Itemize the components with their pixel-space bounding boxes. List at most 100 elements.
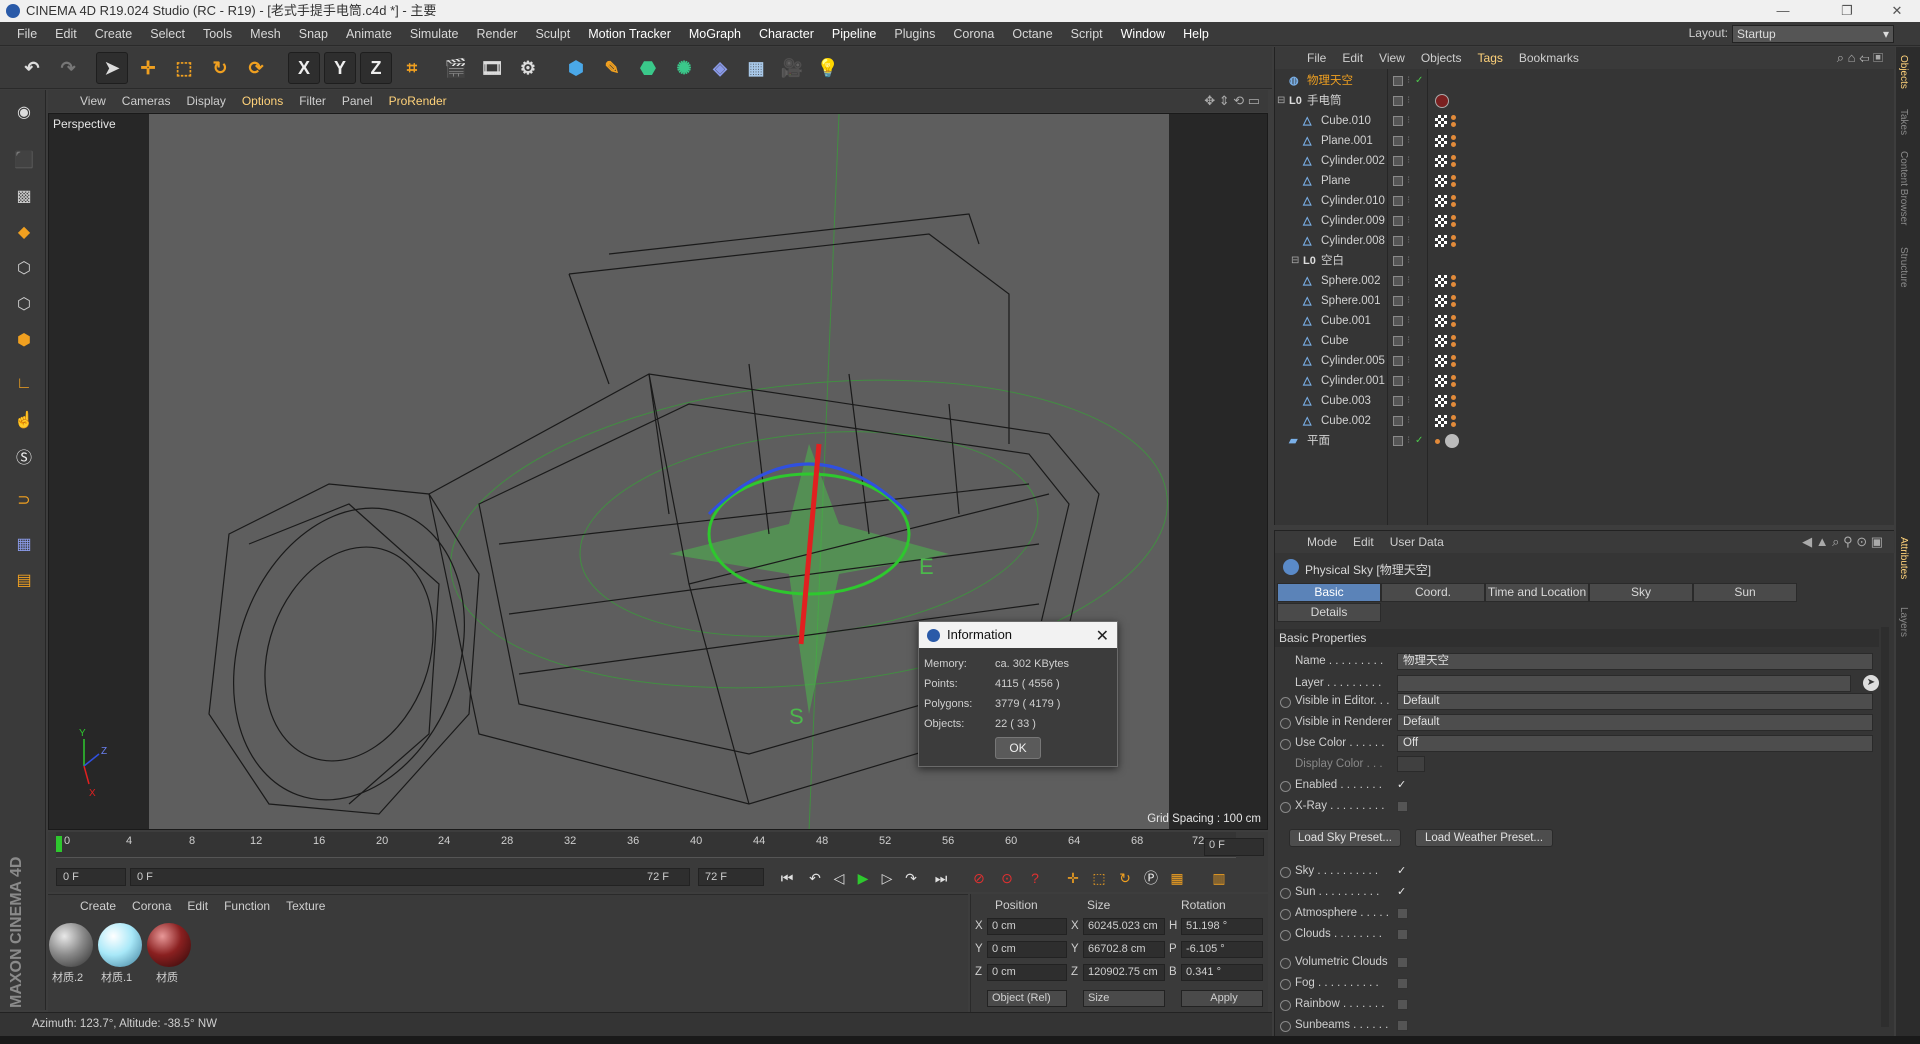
render-dot-icon[interactable]: ⁝ xyxy=(1407,171,1410,191)
object-row[interactable]: ⊟ L0 空白 ⁝ xyxy=(1275,251,1895,271)
rot-b-field[interactable]: 0.341 ° xyxy=(1181,964,1263,981)
edges-mode-button[interactable]: ⬡ xyxy=(9,290,39,318)
move-tool-button[interactable]: ✛ xyxy=(132,52,164,84)
close-window-button[interactable]: ✕ xyxy=(1874,0,1920,22)
render-dot-icon[interactable]: ⁝ xyxy=(1407,331,1410,351)
visibility-toggle[interactable] xyxy=(1393,76,1403,86)
phong-tag-icon[interactable] xyxy=(1451,142,1456,147)
object-row[interactable]: △ Plane ⁝ xyxy=(1275,171,1895,191)
sun-checkbox[interactable]: ✓ xyxy=(1397,887,1408,898)
object-row[interactable]: △ Cylinder.009 ⁝ xyxy=(1275,211,1895,231)
x-axis-lock-button[interactable]: X xyxy=(288,52,320,84)
render-dot-icon[interactable]: ⁝ xyxy=(1407,291,1410,311)
viewport-menu-panel[interactable]: Panel xyxy=(334,94,381,108)
phong-tag-icon[interactable] xyxy=(1451,202,1456,207)
phong-tag-icon[interactable] xyxy=(1451,155,1456,160)
rot-p-field[interactable]: -6.105 ° xyxy=(1181,941,1263,958)
object-row[interactable]: △ Cube ⁝ xyxy=(1275,331,1895,351)
material-swatch[interactable] xyxy=(147,923,191,967)
coordinate-mode-select[interactable]: Object (Rel) xyxy=(987,990,1067,1007)
use-color-select[interactable]: Off xyxy=(1397,735,1873,752)
restore-button[interactable]: ❐ xyxy=(1824,0,1870,22)
enabled-check-icon[interactable]: ✓ xyxy=(1415,431,1423,451)
add-mograph-button[interactable]: ✺ xyxy=(668,52,700,84)
menu-edit[interactable]: Edit xyxy=(46,27,86,41)
phong-tag-icon[interactable] xyxy=(1435,439,1440,444)
add-deformer-button[interactable]: ◈ xyxy=(704,52,736,84)
phong-tag-icon[interactable] xyxy=(1451,242,1456,247)
menu-help[interactable]: Help xyxy=(1174,27,1218,41)
visibility-toggle[interactable] xyxy=(1393,96,1403,106)
snap-button[interactable]: ⊃ xyxy=(9,486,39,514)
y-axis-lock-button[interactable]: Y xyxy=(324,52,356,84)
key-scale-button[interactable]: ⬚ xyxy=(1088,867,1110,889)
rot-h-field[interactable]: 51.198 ° xyxy=(1181,918,1263,935)
animate-radio[interactable] xyxy=(1280,867,1291,878)
layer-picker-icon[interactable]: ➤ xyxy=(1863,675,1879,691)
object-row[interactable]: △ Cube.010 ⁝ xyxy=(1275,111,1895,131)
menu-motion-tracker[interactable]: Motion Tracker xyxy=(579,27,680,41)
phong-tag-icon[interactable] xyxy=(1451,395,1456,400)
material-menu-texture[interactable]: Texture xyxy=(278,899,333,913)
visible-in-editor-select[interactable]: Default xyxy=(1397,693,1873,710)
layout-select[interactable]: Startup ▾ xyxy=(1732,25,1894,43)
key-parameter-button[interactable]: Ⓟ xyxy=(1140,867,1162,889)
object-row[interactable]: △ Cylinder.002 ⁝ xyxy=(1275,151,1895,171)
texture-tag-icon[interactable] xyxy=(1435,335,1447,347)
fog-checkbox[interactable] xyxy=(1397,978,1408,989)
right-tab-layers[interactable]: Layers xyxy=(1898,607,1909,637)
phong-tag-icon[interactable] xyxy=(1451,362,1456,367)
texture-tag-icon[interactable] xyxy=(1435,355,1447,367)
texture-tag-icon[interactable] xyxy=(1435,155,1447,167)
object-row[interactable]: △ Cylinder.008 ⁝ xyxy=(1275,231,1895,251)
phong-tag-icon[interactable] xyxy=(1451,135,1456,140)
load-weather-preset-button[interactable]: Load Weather Preset... xyxy=(1415,829,1553,847)
add-scene-button[interactable]: ▦ xyxy=(740,52,772,84)
phong-tag-icon[interactable] xyxy=(1451,415,1456,420)
menu-script[interactable]: Script xyxy=(1062,27,1112,41)
add-cube-button[interactable]: ⬢ xyxy=(560,52,592,84)
visibility-toggle[interactable] xyxy=(1393,316,1403,326)
phong-tag-icon[interactable] xyxy=(1451,355,1456,360)
phong-tag-icon[interactable] xyxy=(1451,315,1456,320)
menu-tools[interactable]: Tools xyxy=(194,27,241,41)
z-axis-lock-button[interactable]: Z xyxy=(360,52,392,84)
attr-nav-icons[interactable]: ◀ ▲ ⌕ ⚲ ⊙ ▣ xyxy=(1802,534,1883,550)
add-camera-button[interactable]: 🎥 xyxy=(776,52,808,84)
viewport-menu-cameras[interactable]: Cameras xyxy=(114,94,179,108)
render-dot-icon[interactable]: ⁝ xyxy=(1407,391,1410,411)
frame-range-slider[interactable]: 0 F 72 F xyxy=(130,868,690,886)
display-color-swatch[interactable] xyxy=(1397,756,1425,772)
load-sky-preset-button[interactable]: Load Sky Preset... xyxy=(1289,829,1401,847)
animate-radio[interactable] xyxy=(1280,718,1291,729)
pos-z-field[interactable]: 0 cm xyxy=(987,964,1067,981)
size-mode-select[interactable]: Size xyxy=(1083,990,1165,1007)
render-view-button[interactable]: 🎬 xyxy=(440,52,472,84)
apply-button[interactable]: Apply xyxy=(1181,990,1263,1007)
render-dot-icon[interactable]: ⁝ xyxy=(1407,91,1410,111)
texture-tag-icon[interactable] xyxy=(1435,175,1447,187)
menu-mograph[interactable]: MoGraph xyxy=(680,27,750,41)
current-frame-field[interactable]: 0 F xyxy=(1204,838,1264,856)
animate-radio[interactable] xyxy=(1280,1000,1291,1011)
right-tab-takes[interactable]: Takes xyxy=(1898,109,1909,135)
name-field[interactable]: 物理天空 xyxy=(1397,653,1873,670)
phong-tag-icon[interactable] xyxy=(1451,162,1456,167)
animate-radio[interactable] xyxy=(1280,802,1291,813)
phong-tag-icon[interactable] xyxy=(1451,382,1456,387)
animate-radio[interactable] xyxy=(1280,979,1291,990)
pos-y-field[interactable]: 0 cm xyxy=(987,941,1067,958)
visibility-toggle[interactable] xyxy=(1393,136,1403,146)
object-row[interactable]: △ Cylinder.005 ⁝ xyxy=(1275,351,1895,371)
texture-tag-icon[interactable] xyxy=(1435,295,1447,307)
add-spline-button[interactable]: ✎ xyxy=(596,52,628,84)
visibility-toggle[interactable] xyxy=(1393,176,1403,186)
xray-checkbox[interactable] xyxy=(1397,801,1408,812)
sunbeams-checkbox[interactable] xyxy=(1397,1020,1408,1031)
render-picture-viewer-button[interactable]: 🎞 xyxy=(476,52,508,84)
next-frame-button[interactable]: ▷ xyxy=(876,867,898,889)
animate-radio[interactable] xyxy=(1280,888,1291,899)
menu-simulate[interactable]: Simulate xyxy=(401,27,468,41)
timeline-window-button[interactable]: ▥ xyxy=(1208,867,1230,889)
phong-tag-icon[interactable] xyxy=(1451,195,1456,200)
